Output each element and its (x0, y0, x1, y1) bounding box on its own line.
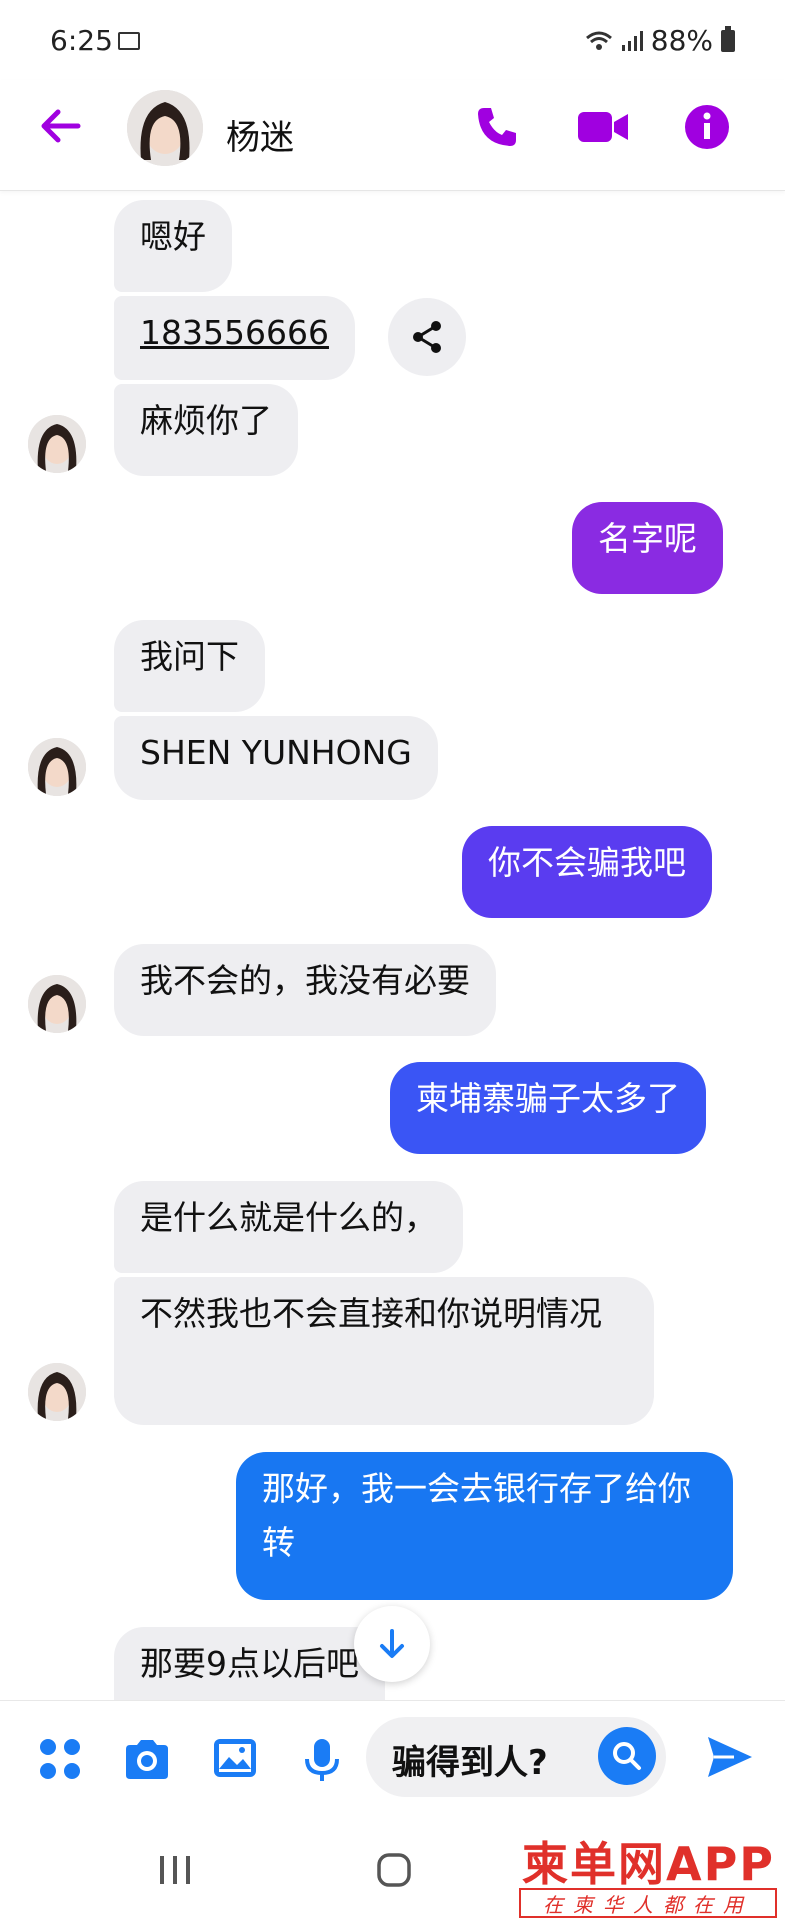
incoming-message-phone-link[interactable]: 183556666 (114, 296, 355, 380)
incoming-message[interactable]: 不然我也不会直接和你说明情况 (114, 1277, 654, 1425)
more-actions-button[interactable] (38, 1737, 82, 1785)
voice-call-button[interactable] (474, 104, 520, 154)
watermark-tagline: 在柬华人都在用 (519, 1888, 777, 1918)
cell-signal-icon (621, 30, 643, 51)
home-button[interactable] (376, 1852, 412, 1892)
incoming-message[interactable]: 嗯好 (114, 200, 232, 292)
image-icon (214, 1739, 256, 1777)
share-button[interactable] (388, 298, 466, 376)
camera-icon (126, 1740, 168, 1779)
send-icon (708, 1737, 752, 1777)
wifi-icon (585, 31, 612, 50)
back-arrow-icon (41, 109, 81, 143)
battery-percent: 88% (650, 24, 713, 57)
search-in-chat-button[interactable] (598, 1727, 656, 1785)
info-icon (685, 105, 729, 149)
send-button[interactable] (706, 1733, 754, 1785)
video-call-button[interactable] (576, 104, 630, 154)
phone-icon (478, 108, 516, 146)
four-dots-icon (40, 1739, 80, 1779)
incoming-message[interactable]: 是什么就是什么的， (114, 1181, 463, 1273)
gallery-button[interactable] (212, 1737, 258, 1783)
message-input-value[interactable]: 骗得到人? (392, 1735, 548, 1784)
incoming-message[interactable]: 我问下 (114, 620, 265, 712)
info-button[interactable] (684, 104, 730, 154)
voice-message-button[interactable] (302, 1737, 342, 1787)
search-icon (613, 1742, 641, 1770)
sender-avatar[interactable] (28, 1363, 86, 1421)
scroll-to-bottom-button[interactable] (354, 1606, 430, 1682)
video-camera-icon (578, 112, 628, 142)
sender-avatar[interactable] (28, 415, 86, 473)
watermark-logo: 柬单网APP (521, 1837, 775, 1891)
outgoing-message[interactable]: 那好，我一会去银行存了给你转 (236, 1452, 733, 1600)
back-button[interactable] (38, 104, 82, 152)
message-input[interactable]: 骗得到人? (366, 1717, 666, 1797)
home-icon (377, 1853, 411, 1887)
camera-button[interactable] (122, 1737, 172, 1785)
arrow-down-icon (380, 1629, 404, 1658)
message-composer: 骗得到人? (0, 1700, 785, 1821)
chat-header: 杨迷 (0, 80, 785, 191)
incoming-message[interactable]: 麻烦你了 (114, 384, 298, 476)
sender-avatar[interactable] (28, 738, 86, 796)
share-icon (413, 321, 441, 353)
outgoing-message[interactable]: 你不会骗我吧 (462, 826, 712, 918)
incoming-message[interactable]: SHEN YUNHONG (114, 716, 438, 800)
sender-avatar[interactable] (28, 975, 86, 1033)
microphone-icon (305, 1739, 339, 1781)
outgoing-message[interactable]: 名字呢 (572, 502, 723, 594)
incoming-message[interactable]: 我不会的，我没有必要 (114, 944, 496, 1036)
recents-icon (160, 1856, 190, 1884)
recents-button[interactable] (158, 1854, 192, 1890)
outgoing-message[interactable]: 柬埔寨骗子太多了 (390, 1062, 706, 1154)
status-indicators: 88% (585, 24, 735, 57)
contact-name[interactable]: 杨迷 (226, 110, 294, 159)
status-time: 6:25 (50, 24, 113, 57)
contact-avatar[interactable] (127, 90, 203, 166)
incoming-message[interactable]: 那要9点以后吧 (114, 1627, 385, 1700)
battery-icon (721, 25, 735, 52)
gallery-notification-icon (118, 32, 140, 50)
